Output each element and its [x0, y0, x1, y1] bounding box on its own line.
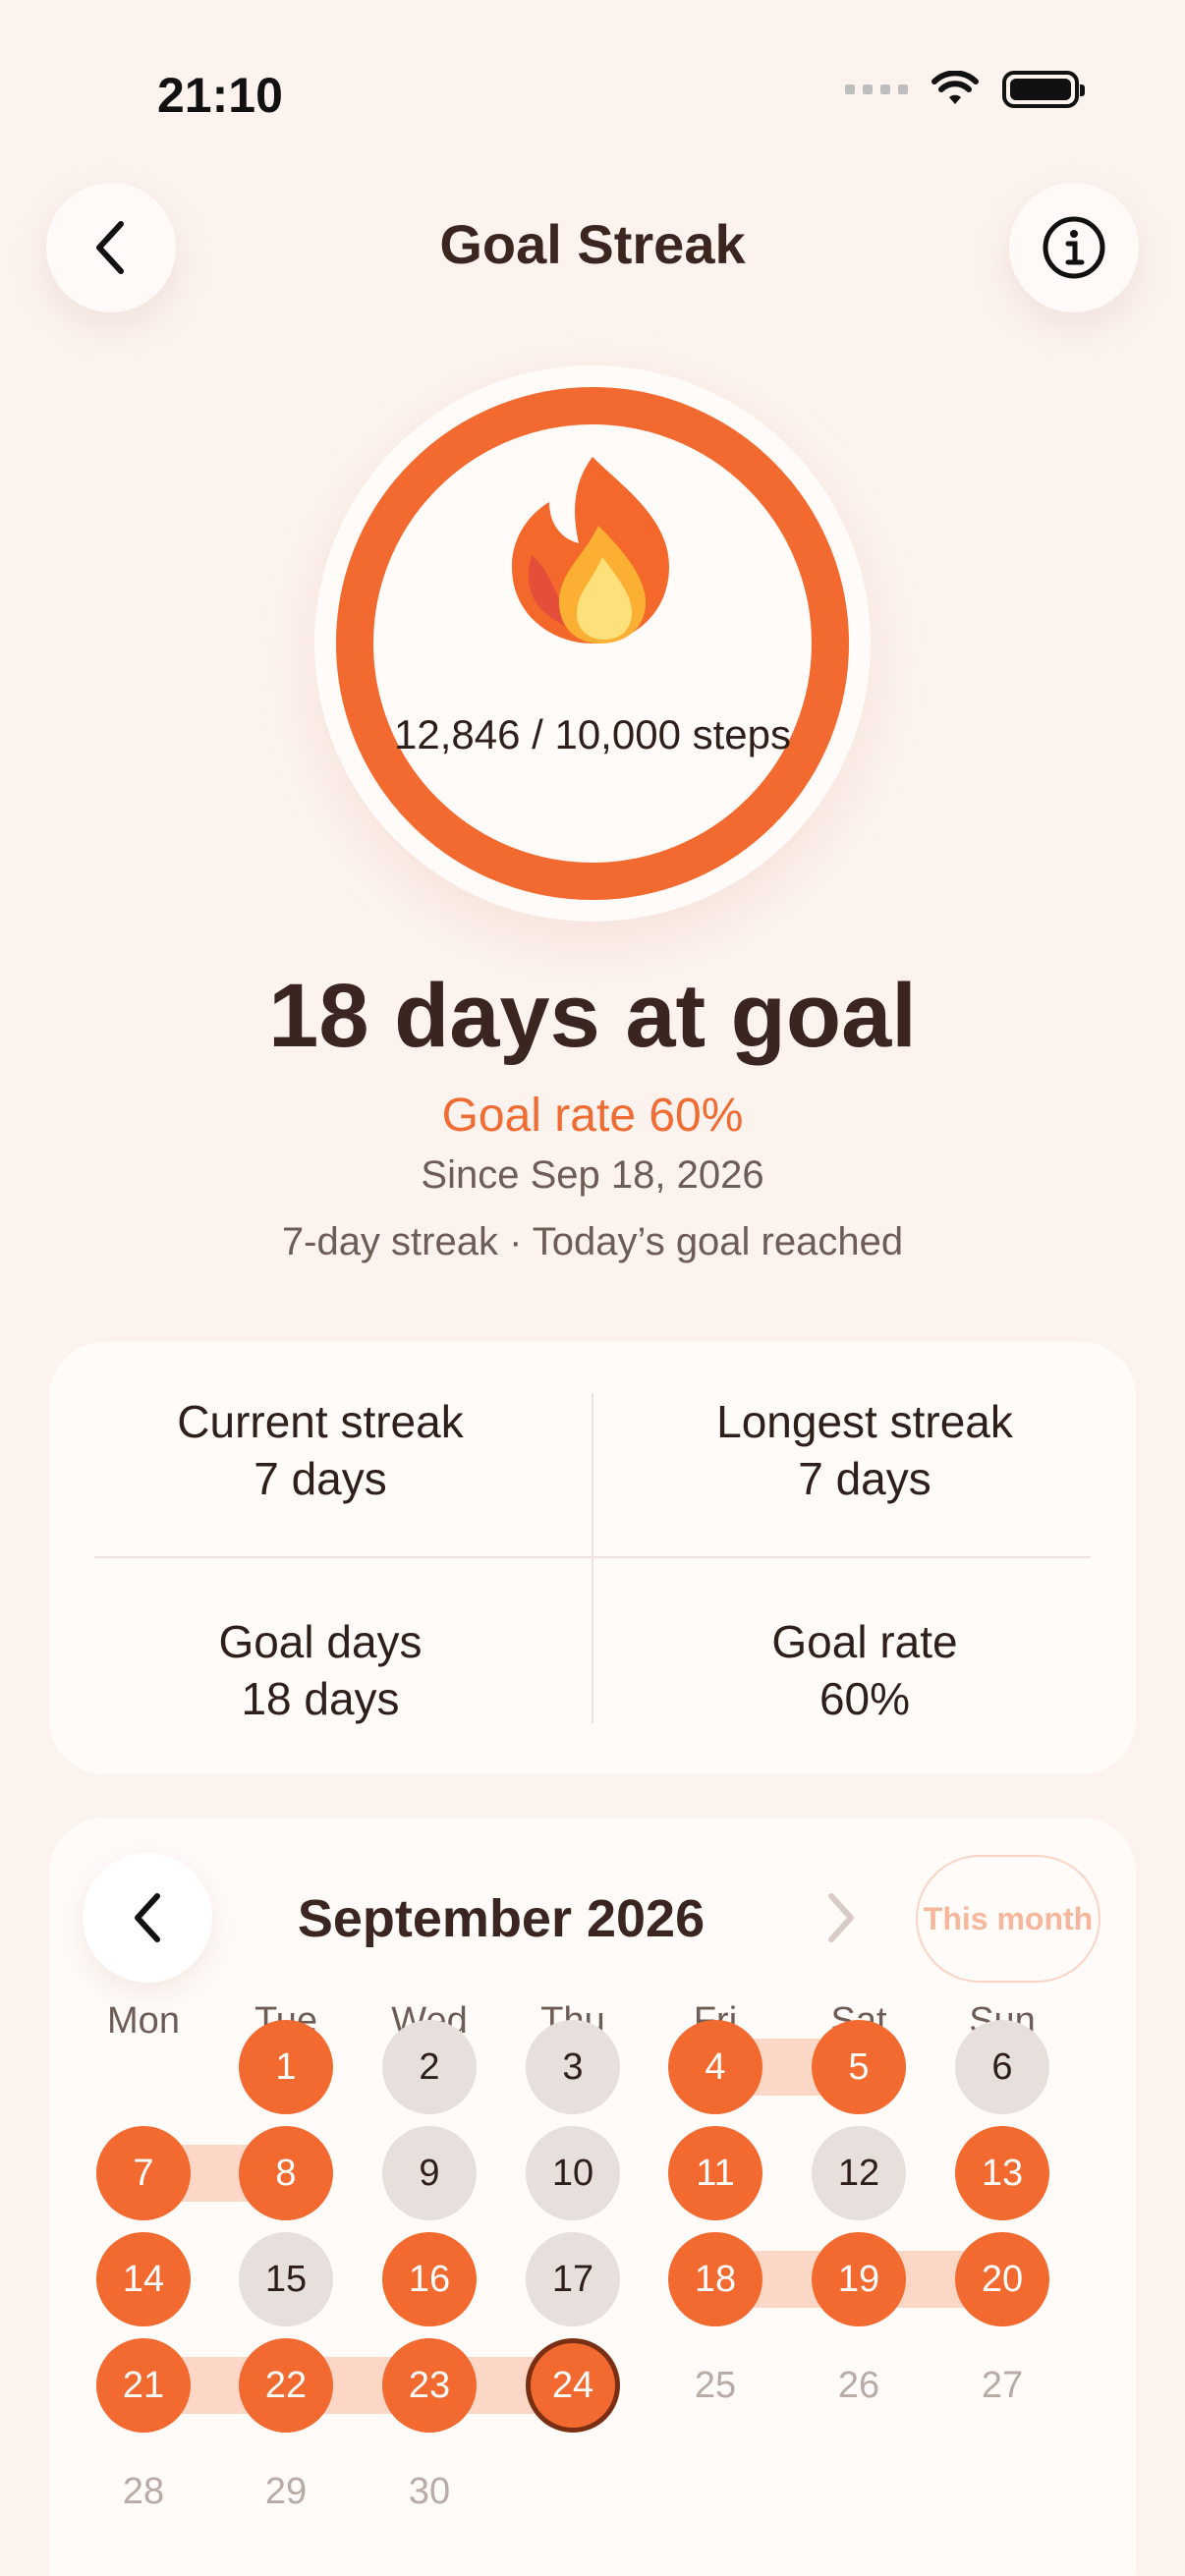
- status-time: 21:10: [157, 68, 283, 123]
- page-title: Goal Streak: [439, 213, 746, 275]
- signal-icon: [845, 84, 908, 94]
- stat-label: Current streak: [177, 1396, 464, 1447]
- flame-icon: [512, 457, 669, 644]
- battery-icon: [1002, 71, 1085, 108]
- calendar-day-2[interactable]: 2: [382, 2020, 477, 2114]
- calendar-day-20[interactable]: 20: [955, 2232, 1049, 2326]
- calendar-day-5[interactable]: 5: [812, 2020, 906, 2114]
- stat-goal-days: Goal days 18 days: [49, 1613, 592, 1727]
- calendar-day-10[interactable]: 10: [526, 2126, 620, 2220]
- chevron-left-icon: [135, 1893, 160, 1942]
- calendar-day-3[interactable]: 3: [526, 2020, 620, 2114]
- calendar-day-21[interactable]: 21: [96, 2338, 191, 2433]
- info-icon: [1043, 216, 1105, 279]
- stat-longest-streak: Longest streak 7 days: [593, 1393, 1136, 1507]
- calendar-day-23[interactable]: 23: [382, 2338, 477, 2433]
- stat-label: Goal rate: [771, 1616, 958, 1667]
- next-month-button[interactable]: [776, 1853, 906, 1983]
- ring-svg: [336, 387, 849, 900]
- this-month-button[interactable]: This month: [916, 1855, 1100, 1983]
- calendar-day-19[interactable]: 19: [812, 2232, 906, 2326]
- calendar-day-13[interactable]: 13: [955, 2126, 1049, 2220]
- weekday-label-mon: Mon: [107, 2000, 180, 2042]
- calendar-day-29[interactable]: 29: [239, 2444, 333, 2539]
- calendar-month-title: September 2026: [297, 1889, 705, 1948]
- since-date-text: Since Sep 18, 2026: [421, 1153, 764, 1197]
- info-button[interactable]: [1009, 183, 1139, 312]
- calendar-day-27[interactable]: 27: [955, 2338, 1049, 2433]
- calendar-day-28[interactable]: 28: [96, 2444, 191, 2539]
- calendar-day-22[interactable]: 22: [239, 2338, 333, 2433]
- calendar-day-30[interactable]: 30: [382, 2444, 477, 2539]
- calendar-day-11[interactable]: 11: [668, 2126, 762, 2220]
- goal-rate-text: Goal rate 60%: [441, 1090, 744, 1142]
- stat-label: Longest streak: [716, 1396, 1013, 1447]
- stat-current-streak: Current streak 7 days: [49, 1393, 592, 1507]
- calendar-day-12[interactable]: 12: [812, 2126, 906, 2220]
- stat-value: 60%: [818, 1673, 911, 1724]
- calendar-day-26[interactable]: 26: [812, 2338, 906, 2433]
- steps-progress-text: 12,846 / 10,000 steps: [394, 711, 791, 757]
- goal-progress-ring: 12,846 / 10,000 steps: [314, 365, 871, 922]
- stat-goal-rate: Goal rate 60%: [593, 1613, 1136, 1727]
- calendar-day-15[interactable]: 15: [239, 2232, 333, 2326]
- calendar-day-4[interactable]: 4: [668, 2020, 762, 2114]
- stat-label: Goal days: [218, 1616, 423, 1667]
- calendar-day-6[interactable]: 6: [955, 2020, 1049, 2114]
- calendar-day-9[interactable]: 9: [382, 2126, 477, 2220]
- calendar-day-14[interactable]: 14: [96, 2232, 191, 2326]
- wifi-icon: [931, 71, 979, 104]
- stats-card: Current streak 7 days Longest streak 7 d…: [49, 1342, 1136, 1774]
- chevron-right-icon: [828, 1893, 854, 1942]
- days-at-goal-headline: 18 days at goal: [268, 966, 917, 1066]
- calendar-day-18[interactable]: 18: [668, 2232, 762, 2326]
- stat-value: 18 days: [241, 1673, 400, 1724]
- stat-value: 7 days: [798, 1453, 931, 1504]
- calendar-card: September 2026 This month MonTueWedThuFr…: [49, 1818, 1136, 2576]
- calendar-day-16[interactable]: 16: [382, 2232, 477, 2326]
- status-icons: [845, 71, 1085, 108]
- calendar-day-24[interactable]: 24: [526, 2338, 620, 2433]
- divider: [94, 1556, 1091, 1558]
- streak-note-text: 7-day streak · Today’s goal reached: [281, 1220, 904, 1263]
- calendar-day-7[interactable]: 7: [96, 2126, 191, 2220]
- calendar-day-17[interactable]: 17: [526, 2232, 620, 2326]
- calendar-day-25[interactable]: 25: [668, 2338, 762, 2433]
- calendar-day-1[interactable]: 1: [239, 2020, 333, 2114]
- calendar-day-8[interactable]: 8: [239, 2126, 333, 2220]
- previous-month-button[interactable]: [83, 1853, 212, 1983]
- stat-value: 7 days: [254, 1453, 387, 1504]
